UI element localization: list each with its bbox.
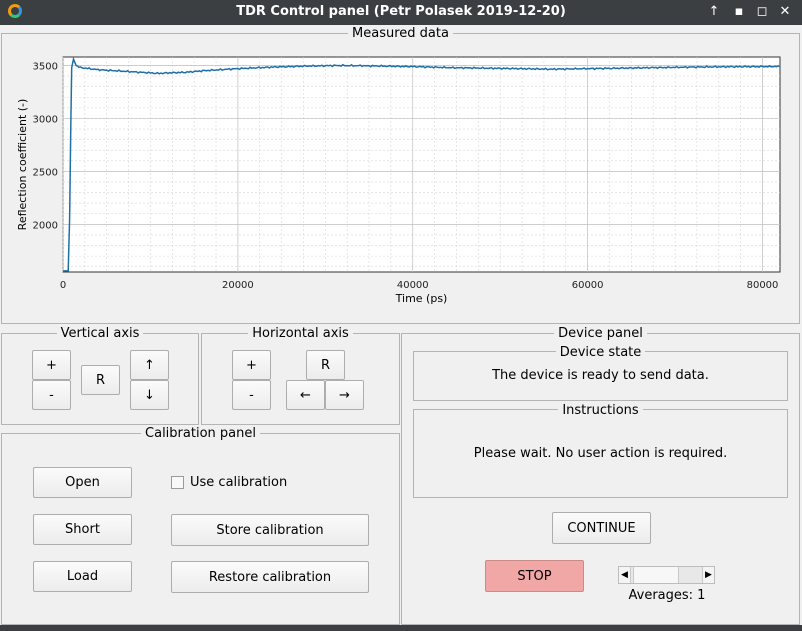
y-axis-label: Reflection coefficient (-) (16, 99, 29, 231)
instructions-title: Instructions (558, 403, 643, 418)
device-state-title: Device state (555, 345, 646, 360)
continue-button[interactable]: CONTINUE (552, 512, 651, 544)
vertical-up-button[interactable]: ↑ (130, 350, 169, 380)
calibration-short-button[interactable]: Short (33, 514, 132, 545)
vertical-axis-title: Vertical axis (56, 326, 144, 341)
instructions-text: Please wait. No user action is required. (473, 446, 728, 461)
x-axis-label: Time (ps) (395, 292, 448, 305)
slider-thumb[interactable] (632, 567, 679, 583)
x-tick-label: 60000 (572, 280, 604, 291)
use-calibration-checkbox[interactable] (171, 476, 184, 489)
x-tick-label: 40000 (397, 280, 429, 291)
device-state-text: The device is ready to send data. (492, 368, 709, 383)
x-tick-label: 20000 (222, 280, 254, 291)
y-tick-label: 3000 (33, 114, 58, 125)
averages-label: Averages: 1 (628, 588, 706, 603)
horizontal-right-button[interactable]: → (325, 380, 364, 410)
x-tick-label: 80000 (747, 280, 779, 291)
x-tick-label: 0 (60, 280, 66, 291)
restore-calibration-button[interactable]: Restore calibration (171, 561, 369, 593)
calibration-panel-title: Calibration panel (141, 426, 260, 441)
vertical-zoom-out-button[interactable]: - (32, 380, 71, 410)
y-tick-label: 3500 (33, 61, 58, 72)
horizontal-axis-title: Horizontal axis (248, 326, 353, 341)
horizontal-zoom-in-button[interactable]: + (232, 350, 271, 380)
measured-data-chart[interactable]: 0 20000 40000 60000 80000 2000 2500 3000 3500 Ti… (0, 0, 802, 320)
horizontal-reset-button[interactable]: R (306, 350, 345, 380)
use-calibration-label: Use calibration (190, 475, 288, 490)
y-tick-label: 2000 (33, 220, 58, 231)
slider-right-arrow-icon[interactable]: ▶ (702, 567, 714, 583)
horizontal-left-button[interactable]: ← (286, 380, 325, 410)
window-bottom-border (0, 625, 802, 631)
stop-button[interactable]: STOP (485, 560, 584, 592)
calibration-load-button[interactable]: Load (33, 561, 132, 592)
vertical-zoom-in-button[interactable]: + (32, 350, 71, 380)
horizontal-zoom-out-button[interactable]: - (232, 380, 271, 410)
store-calibration-button[interactable]: Store calibration (171, 514, 369, 546)
averages-slider[interactable]: ◀ ▶ (618, 566, 715, 584)
device-panel-title: Device panel (554, 326, 647, 341)
vertical-reset-button[interactable]: R (81, 365, 120, 395)
plot-area (62, 56, 781, 273)
y-tick-label: 2500 (33, 167, 58, 178)
horizontal-axis-panel: Horizontal axis (201, 326, 400, 425)
vertical-down-button[interactable]: ↓ (130, 380, 169, 410)
slider-left-arrow-icon[interactable]: ◀ (619, 567, 631, 583)
calibration-open-button[interactable]: Open (33, 467, 132, 498)
